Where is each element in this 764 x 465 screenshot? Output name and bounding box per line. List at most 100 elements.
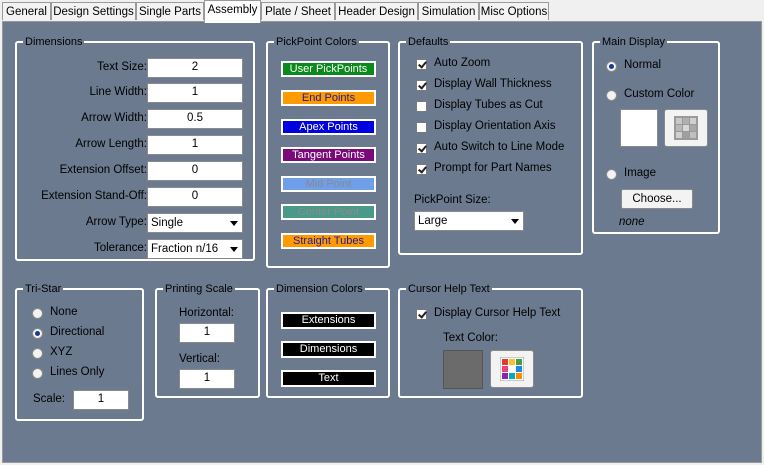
tristar-scale-input[interactable]: 1 [73,390,129,410]
defaults-group: Defaults Auto Zoom Display Wall Thicknes… [398,35,583,255]
custom-color-label: Custom Color [624,88,695,100]
extension-offset-label: Extension Offset: [59,164,147,176]
vertical-scale-input[interactable]: 1 [179,369,235,389]
cursor-text-color-palette-button[interactable] [490,350,534,388]
main-display-title: Main Display [600,35,667,49]
auto-switch-line-mode-checkbox[interactable] [416,143,427,154]
dimension-colors-group: Dimension Colors Extensions Dimensions T… [266,282,390,398]
straight-tubes-color-button[interactable]: Straight Tubes [281,233,376,249]
tab-single-parts[interactable]: Single Parts [136,2,204,20]
mid-point-color-button[interactable]: Mid Point [281,176,376,192]
pickpoint-colors-group: PickPoint Colors User PickPoints End Poi… [266,35,390,268]
display-orientation-axis-label: Display Orientation Axis [434,120,556,132]
tab-general[interactable]: General [2,2,51,20]
horizontal-label: Horizontal: [179,307,234,319]
pickpoint-size-select[interactable]: Large [414,211,524,231]
choose-image-button[interactable]: Choose... [621,189,693,209]
line-width-label: Line Width: [89,86,147,98]
tab-strip: General Design Settings Single Parts Ass… [0,0,764,23]
assembly-panel: Dimensions Text Size: 2 Line Width: 1 Ar… [2,21,762,463]
image-name-text: none [619,216,645,228]
arrow-length-input[interactable]: 1 [147,135,243,155]
defaults-title: Defaults [406,35,451,49]
custom-color-radio[interactable] [606,90,617,101]
chevron-down-icon [511,219,519,224]
dimensions-group-title: Dimensions [23,35,85,49]
pickpoint-colors-title: PickPoint Colors [274,35,359,49]
prompt-part-names-label: Prompt for Part Names [434,162,552,174]
arrow-length-label: Arrow Length: [75,138,147,150]
horizontal-scale-input[interactable]: 1 [179,323,235,343]
tab-plate-sheet[interactable]: Plate / Sheet [261,2,335,20]
display-cursor-help-label: Display Cursor Help Text [434,307,561,319]
text-size-label: Text Size: [97,61,147,73]
tab-design-settings[interactable]: Design Settings [51,2,136,20]
display-cursor-help-checkbox[interactable] [416,309,427,320]
dimensions-color-button[interactable]: Dimensions [281,341,376,358]
printing-scale-title: Printing Scale [163,282,235,296]
line-width-input[interactable]: 1 [147,83,243,103]
display-tubes-as-cut-checkbox[interactable] [416,101,427,112]
end-points-color-button[interactable]: End Points [281,90,376,106]
arrow-type-select[interactable]: Single [147,213,243,233]
extensions-color-button[interactable]: Extensions [281,312,376,329]
dimensions-group: Dimensions Text Size: 2 Line Width: 1 Ar… [15,35,255,261]
chevron-down-icon [230,221,238,226]
cursor-help-group: Cursor Help Text Display Cursor Help Tex… [398,282,583,398]
tristar-xyz-radio[interactable] [32,348,43,359]
custom-color-swatch [620,109,658,147]
cursor-help-title: Cursor Help Text [406,282,492,296]
pickpoint-size-value: Large [418,215,448,227]
tab-simulation[interactable]: Simulation [418,2,479,20]
image-label: Image [624,167,656,179]
main-display-group: Main Display Normal Custom Color Image C… [592,35,720,234]
printing-scale-group: Printing Scale Horizontal: 1 Vertical: 1 [155,282,260,398]
tolerance-value: Fraction n/16 [151,243,219,255]
display-orientation-axis-checkbox[interactable] [416,122,427,133]
user-pickpoints-color-button[interactable]: User PickPoints [281,61,376,77]
auto-zoom-checkbox[interactable] [416,59,427,70]
normal-label: Normal [624,59,662,71]
vertical-label: Vertical: [179,353,220,365]
text-color-button[interactable]: Text [281,370,376,387]
text-size-input[interactable]: 2 [147,58,243,78]
auto-switch-line-mode-label: Auto Switch to Line Mode [434,141,565,153]
display-tubes-as-cut-label: Display Tubes as Cut [434,99,543,111]
normal-radio[interactable] [606,61,617,72]
cursor-text-color-swatch [443,350,483,389]
prompt-part-names-checkbox[interactable] [416,164,427,175]
tristar-title: Tri-Star [23,282,64,296]
tangent-points-color-button[interactable]: Tangent Points [281,147,376,163]
dimension-colors-title: Dimension Colors [274,282,365,296]
arrow-width-input[interactable]: 0.5 [147,109,243,129]
tristar-none-label: None [50,306,78,318]
tristar-scale-label: Scale: [33,393,65,405]
tolerance-select[interactable]: Fraction n/16 [147,239,243,259]
display-wall-thickness-checkbox[interactable] [416,80,427,91]
extension-standoff-label: Extension Stand-Off: [41,190,147,202]
tristar-xyz-label: XYZ [50,346,73,358]
palette-icon [674,116,698,140]
tristar-none-radio[interactable] [32,308,43,319]
center-point-color-button[interactable]: Center Point [281,204,376,220]
text-color-label: Text Color: [443,332,498,344]
tristar-lines-only-radio[interactable] [32,368,43,379]
tristar-group: Tri-Star None Directional XYZ Lines Only… [15,282,144,421]
tab-assembly[interactable]: Assembly [204,0,261,23]
pickpoint-size-label: PickPoint Size: [414,194,491,206]
tab-misc-options[interactable]: Misc Options [479,2,549,20]
extension-standoff-input[interactable]: 0 [147,187,243,207]
tolerance-label: Tolerance: [93,242,147,254]
palette-icon [500,357,524,381]
custom-color-palette-button[interactable] [664,109,708,147]
tristar-directional-label: Directional [50,326,105,338]
arrow-type-label: Arrow Type: [85,216,147,228]
auto-zoom-label: Auto Zoom [434,57,491,69]
image-radio[interactable] [606,169,617,180]
tristar-lines-only-label: Lines Only [50,366,105,378]
arrow-width-label: Arrow Width: [81,112,147,124]
tristar-directional-radio[interactable] [32,328,43,339]
tab-header-design[interactable]: Header Design [335,2,418,20]
apex-points-color-button[interactable]: Apex Points [281,119,376,135]
extension-offset-input[interactable]: 0 [147,161,243,181]
